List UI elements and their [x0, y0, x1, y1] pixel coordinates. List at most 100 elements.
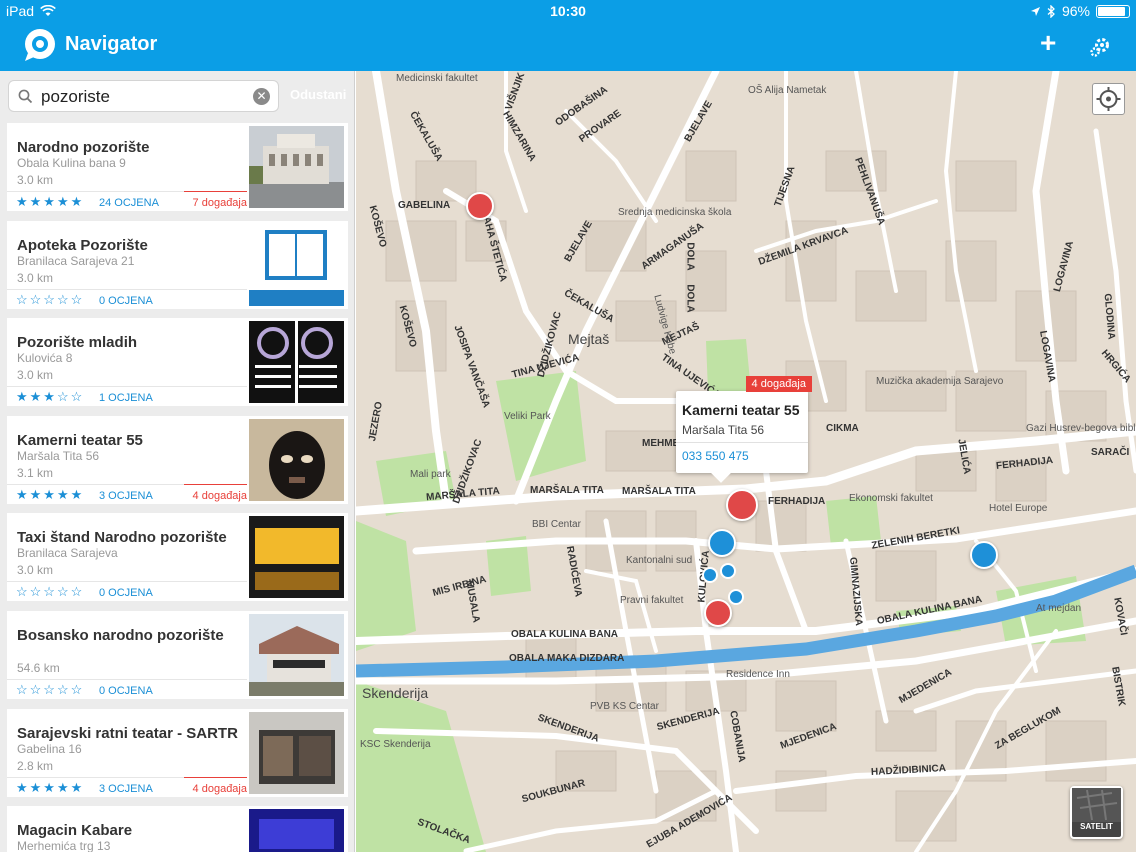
street-label: FERHADIJA: [768, 496, 826, 507]
popup-divider: [676, 442, 808, 443]
street-label: MARŠALA TITA: [622, 486, 696, 497]
place-dot[interactable]: [702, 567, 718, 583]
street-label: DOLA: [684, 242, 696, 271]
result-item[interactable]: Sarajevski ratni teatar - SARTR Gabelina …: [7, 708, 348, 797]
search-input[interactable]: pozoriste ✕: [8, 80, 279, 112]
events-count[interactable]: 4 događaja: [184, 483, 247, 504]
status-bar: iPad 10:30 96%: [0, 0, 1136, 22]
popup-events-badge[interactable]: 4 događaja: [745, 376, 812, 392]
place-label: Kantonalni sud: [626, 555, 693, 566]
result-item[interactable]: Taxi štand Narodno pozorište Branilaca Sa…: [7, 513, 348, 602]
result-name: Taxi štand Narodno pozorište: [17, 529, 227, 547]
rating-stars-icon: ☆☆☆☆☆: [16, 584, 85, 600]
search-icon: [18, 89, 33, 104]
district-label: Skenderija: [362, 685, 429, 701]
result-thumbnail: [249, 516, 344, 599]
result-name: Bosansko narodno pozorište: [17, 627, 224, 644]
battery-percent: 96%: [1061, 3, 1090, 19]
place-dot[interactable]: [728, 589, 744, 605]
locate-me-button[interactable]: [1092, 83, 1125, 115]
result-thumbnail: [249, 126, 344, 208]
location-arrow-icon: [1030, 6, 1040, 16]
result-distance: 3.1 km: [17, 465, 54, 480]
result-divider: [7, 288, 247, 290]
result-item[interactable]: Apoteka Pozorište Branilaca Sarajeva 21 3.…: [7, 220, 348, 309]
crosshair-icon: [1096, 87, 1121, 111]
place-label: Muzička akademija Sarajevo: [876, 376, 1004, 387]
result-item[interactable]: Bosansko narodno pozorište 54.6 km ☆☆☆☆☆ 0 …: [7, 611, 348, 699]
place-label: Veliki Park: [504, 411, 551, 422]
street-label: OBALA MAKA DIZDARA: [509, 653, 625, 664]
rating-count: 0 OCJENA: [99, 587, 153, 600]
result-thumbnail: [249, 809, 344, 852]
result-distance: 3.0 km: [17, 368, 54, 383]
rating-stars-icon: ★★★★★: [16, 486, 85, 502]
place-label: Hotel Europe: [989, 503, 1048, 514]
bluetooth-icon: [1047, 4, 1055, 18]
rating-stars-icon: ★★★★★: [16, 194, 85, 209]
result-item[interactable]: Magacin Kabare Merhemića trg 13: [7, 806, 348, 852]
cancel-search-button[interactable]: Odustani: [290, 87, 346, 102]
place-marker[interactable]: [708, 529, 736, 557]
theater-marker[interactable]: [466, 192, 494, 220]
results-sidebar: pozoriste ✕ Odustani Narodno pozorište Ob…: [0, 71, 355, 852]
satellite-thumbnail-icon: [1072, 788, 1121, 822]
satellite-label: SATELIT: [1080, 822, 1113, 831]
result-item[interactable]: Kamerni teatar 55 Maršala Tita 56 3.1 km ★★…: [7, 415, 348, 504]
rating-stars-icon: ☆☆☆☆☆: [16, 291, 85, 307]
rating-count: 0 OCJENA: [99, 685, 153, 697]
street-label: MARŠALA TITA: [530, 485, 604, 496]
result-distance: 3.0 km: [17, 173, 54, 187]
result-distance: 54.6 km: [17, 661, 60, 675]
events-count[interactable]: 4 događaja: [184, 776, 247, 797]
district-label: Mejtaš: [568, 331, 610, 347]
result-address: Branilaca Sarajeva 21: [17, 253, 135, 268]
search-bar: pozoriste ✕ Odustani: [0, 71, 354, 121]
clear-search-icon[interactable]: ✕: [253, 88, 270, 105]
rating-count: 24 OCJENA: [99, 197, 159, 209]
street-label: CIKMA: [826, 423, 859, 434]
result-divider: [7, 679, 247, 680]
result-distance: 3.0 km: [17, 270, 54, 285]
popup-phone-link[interactable]: 033 550 475: [682, 449, 749, 463]
events-count[interactable]: 7 događaja: [184, 191, 247, 211]
satellite-toggle-button[interactable]: SATELIT: [1070, 786, 1123, 839]
place-label: BBI Centar: [532, 519, 581, 530]
rating-count: 1 OCJENA: [99, 392, 153, 405]
map-view[interactable]: Mejtaš Skenderija OBALA KULINA BANA OBAL…: [356, 71, 1136, 852]
rating-stars-icon: ★★★★★: [16, 779, 85, 795]
clock: 10:30: [550, 3, 586, 19]
street-label: SARAČI: [1091, 447, 1130, 458]
add-button[interactable]: +: [1040, 29, 1056, 57]
status-right: 96%: [1030, 3, 1130, 19]
result-item[interactable]: Pozorište mladih Kulovića 8 3.0 km ★★★☆☆ 1 O…: [7, 318, 348, 407]
result-name: Narodno pozorište: [17, 139, 150, 156]
place-label: Ekonomski fakultet: [849, 493, 933, 504]
result-name: Apoteka Pozorište: [17, 236, 148, 254]
place-label: OŠ Alija Nametak: [748, 85, 827, 96]
app-navbar: Navigator +: [0, 22, 1136, 71]
place-label: Srednja medicinska škola: [618, 207, 732, 218]
app-logo-icon: [25, 29, 55, 61]
place-popup[interactable]: 4 događaja Kamerni teatar 55 Maršala Tit…: [676, 376, 812, 483]
rating-count: 3 OCJENA: [99, 489, 153, 502]
theater-marker-selected[interactable]: [726, 489, 758, 521]
app-title: Navigator: [65, 33, 158, 55]
result-address: Merhemića trg 13: [17, 839, 111, 852]
street-label: GABELINA: [398, 200, 451, 211]
place-label: At mejdan: [1036, 603, 1082, 614]
settings-gear-icon[interactable]: [1088, 35, 1112, 59]
result-address: Branilaca Sarajeva: [17, 546, 118, 561]
place-label: Medicinski fakultet: [396, 73, 478, 84]
theater-marker[interactable]: [704, 599, 732, 627]
result-item[interactable]: Narodno pozorište Obala Kulina bana 9 3.0 …: [7, 123, 348, 211]
popup-name: Kamerni teatar 55: [682, 402, 800, 418]
search-value: pozoriste: [41, 87, 110, 106]
place-dot[interactable]: [720, 563, 736, 579]
result-address: Maršala Tita 56: [17, 448, 100, 463]
museum-marker[interactable]: [970, 541, 998, 569]
result-thumbnail: [249, 711, 344, 794]
result-thumbnail: [249, 321, 344, 404]
result-distance: 3.0 km: [17, 563, 54, 578]
place-label: PVB KS Centar: [590, 701, 659, 712]
